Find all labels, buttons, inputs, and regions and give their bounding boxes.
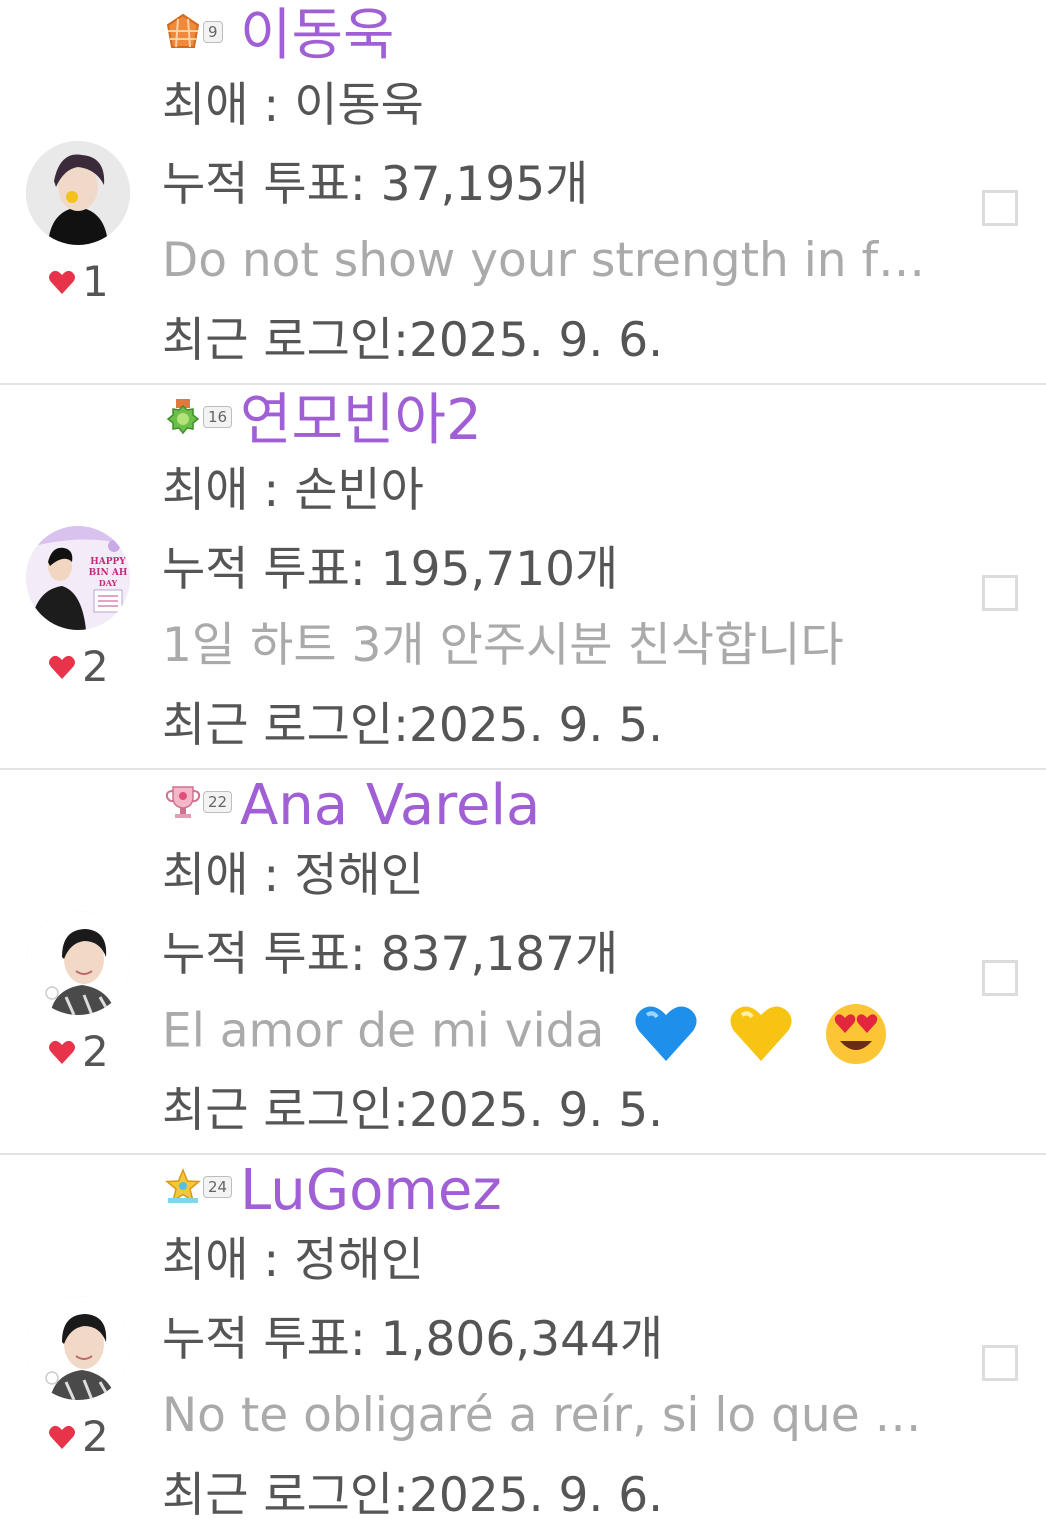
total-votes: 누적 투표: 1,806,344개	[162, 1312, 664, 1367]
status-message: El amor de mi vida	[162, 1001, 970, 1067]
nickname[interactable]: 연모빈아2	[240, 393, 482, 449]
user-list-item[interactable]: 16 연모빈아2 HAPPY BIN AH DAY 2 최애 : 손빈아 누적 …	[0, 385, 1046, 770]
select-checkbox[interactable]	[982, 190, 1018, 226]
avatar-text: DAY	[99, 578, 118, 588]
green-medal-badge-icon	[166, 399, 200, 435]
heart-icon	[49, 1425, 75, 1449]
avatar[interactable]	[26, 1296, 130, 1400]
pink-trophy-badge-icon	[165, 786, 201, 818]
like-count: 2	[82, 1027, 109, 1076]
nickname[interactable]: LuGomez	[240, 1163, 502, 1219]
user-list-item[interactable]: 22 Ana Varela 2 최애 : 정해인 누적 투표: 837,187개…	[0, 770, 1046, 1155]
orange-grid-badge-icon	[166, 13, 200, 48]
avatar-text: HAPPY	[90, 557, 126, 567]
avatar-text: BIN AH	[89, 568, 128, 578]
message-text: El amor de mi vida	[162, 1003, 605, 1059]
like-count: 1	[82, 257, 109, 306]
status-message: 1일 하트 3개 안주시분 친삭합니다	[162, 619, 844, 673]
like-counter: 2	[48, 642, 109, 692]
total-votes: 누적 투표: 837,187개	[162, 927, 619, 982]
gold-star-badge-icon	[165, 1168, 201, 1203]
like-counter: 2	[48, 1027, 109, 1077]
yellow-heart-emoji	[730, 1006, 792, 1061]
favorite-idol: 최애 : 이동욱	[162, 78, 424, 133]
avatar-photo: HAPPY BIN AH DAY	[26, 526, 130, 630]
last-login: 최근 로그인:2025. 9. 6.	[162, 1468, 664, 1523]
status-message: Do not show your strength in f…	[162, 234, 926, 288]
user-list-item[interactable]: 24 LuGomez 2 최애 : 정해인 누적 투표: 1,806,344개 …	[0, 1155, 1046, 1540]
avatar-photo	[26, 911, 130, 1015]
level-number: 22	[203, 791, 233, 813]
level-badge: 16	[164, 398, 233, 436]
heart-icon	[49, 1040, 75, 1064]
total-votes: 누적 투표: 195,710개	[162, 542, 619, 597]
avatar[interactable]	[26, 911, 130, 1015]
select-checkbox[interactable]	[982, 575, 1018, 611]
avatar-photo	[26, 141, 130, 245]
avatar[interactable]: HAPPY BIN AH DAY	[26, 526, 130, 630]
level-number: 16	[203, 406, 233, 428]
nickname[interactable]: Ana Varela	[240, 778, 540, 834]
like-counter: 1	[48, 257, 109, 307]
last-login: 최근 로그인:2025. 9. 5.	[162, 1083, 664, 1138]
select-checkbox[interactable]	[982, 960, 1018, 996]
heart-icon	[49, 655, 75, 679]
favorite-idol: 최애 : 정해인	[162, 848, 424, 903]
avatar-photo	[26, 1296, 130, 1400]
last-login: 최근 로그인:2025. 9. 6.	[162, 313, 664, 368]
level-badge: 24	[164, 1168, 233, 1206]
like-count: 2	[82, 642, 109, 691]
favorite-idol: 최애 : 손빈아	[162, 463, 424, 518]
status-message: No te obligaré a reír, si lo que …	[162, 1389, 922, 1443]
avatar[interactable]	[26, 141, 130, 245]
favorite-idol: 최애 : 정해인	[162, 1233, 424, 1288]
select-checkbox[interactable]	[982, 1345, 1018, 1381]
total-votes: 누적 투표: 37,195개	[162, 157, 589, 212]
nickname[interactable]: 이동욱	[240, 8, 395, 64]
last-login: 최근 로그인:2025. 9. 5.	[162, 698, 664, 753]
heart-eyes-emoji	[826, 1004, 887, 1064]
blue-heart-emoji	[635, 1006, 697, 1061]
like-counter: 2	[48, 1412, 109, 1462]
heart-icon	[49, 270, 75, 294]
level-number: 9	[203, 21, 223, 43]
level-badge: 22	[164, 783, 233, 821]
level-number: 24	[203, 1176, 233, 1198]
user-list-item[interactable]: 9 이동욱 1 최애 : 이동욱 누적 투표: 37,195개 Do not s…	[0, 0, 1046, 385]
like-count: 2	[82, 1412, 109, 1461]
level-badge: 9	[164, 13, 223, 51]
